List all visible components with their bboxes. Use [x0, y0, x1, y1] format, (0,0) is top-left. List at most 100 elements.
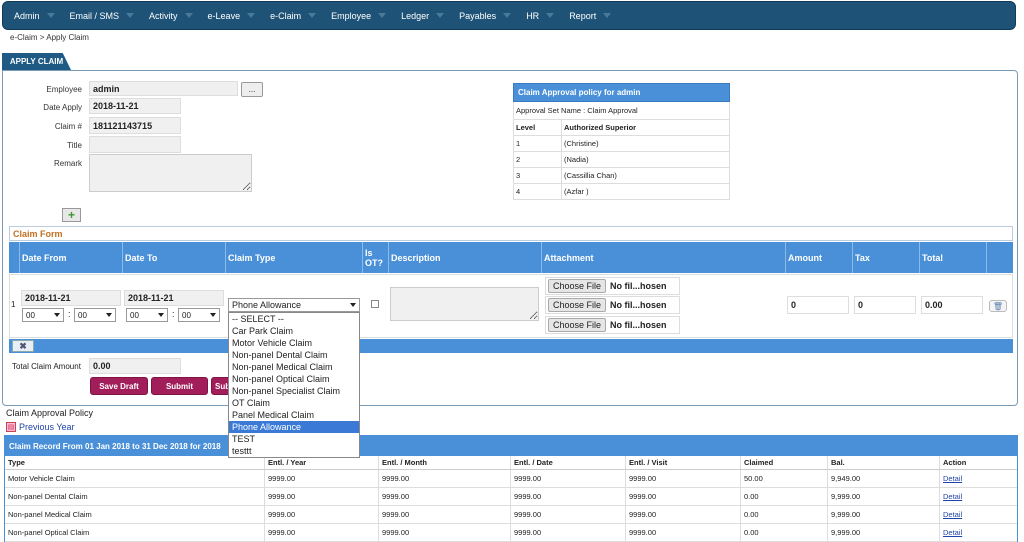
detail-link[interactable]: Detail [940, 488, 1017, 505]
dropdown-option[interactable]: Car Park Claim [229, 325, 359, 337]
nav-report[interactable]: Report [562, 1, 619, 30]
tax-field[interactable]: 0 [854, 296, 916, 314]
col-amount: Amount [786, 242, 853, 273]
choose-file-button[interactable]: Choose File [548, 279, 607, 293]
save-draft-button[interactable]: Save Draft [90, 377, 148, 395]
remove-row-button[interactable]: ✖ [12, 340, 34, 352]
claim-record-table: Claim Record From 01 Jan 2018 to 31 Dec … [4, 435, 1018, 542]
file-status: No fil...hosen [610, 320, 667, 330]
nav-label: Employee [331, 10, 372, 21]
dropdown-option[interactable]: Panel Medical Claim [229, 409, 359, 421]
nav-label: e-Leave [207, 10, 241, 21]
to-hour-select[interactable]: 00 [126, 308, 168, 322]
date-apply-field[interactable]: 2018-11-21 [89, 98, 181, 114]
file-status: No fil...hosen [610, 281, 667, 291]
delete-row-button[interactable]: 🗑 [989, 300, 1007, 312]
title-field[interactable] [89, 136, 181, 153]
amount-field[interactable]: 0 [787, 296, 849, 314]
chevron-down-icon [436, 13, 445, 18]
dropdown-option[interactable]: -- SELECT -- [229, 313, 359, 325]
detail-link[interactable]: Detail [940, 524, 1017, 541]
from-hour-select[interactable]: 00 [22, 308, 64, 322]
row-index: 1 [11, 300, 16, 309]
date-to-field[interactable]: 2018-11-21 [124, 290, 224, 306]
nav-ledger[interactable]: Ledger [394, 1, 452, 30]
dropdown-option[interactable]: Phone Allowance [229, 421, 359, 433]
attachment-2: Choose File No fil...hosen [545, 296, 680, 314]
cell: 50.00 [741, 470, 828, 487]
claim-number-field[interactable]: 181121143715 [89, 117, 181, 134]
browse-employee-button[interactable]: ... [241, 82, 263, 97]
claim-number-label: Claim # [54, 122, 82, 131]
record-header: Claim Record From 01 Jan 2018 to 31 Dec … [5, 436, 1017, 456]
nav-employee[interactable]: Employee [324, 1, 394, 30]
nav-email-sms[interactable]: Email / SMS [63, 1, 143, 30]
detail-link[interactable]: Detail [940, 470, 1017, 487]
table-row: Non-panel Optical Claim 9999.00 9999.00 … [5, 524, 1017, 542]
chevron-down-icon [54, 313, 60, 317]
nav-e-claim[interactable]: e-Claim [263, 1, 324, 30]
previous-year-link[interactable]: Previous Year [19, 422, 75, 432]
from-minute-select[interactable]: 00 [74, 308, 116, 322]
claim-type-select[interactable]: Phone Allowance [228, 298, 360, 312]
choose-file-button[interactable]: Choose File [548, 318, 607, 332]
cell: 0.00 [741, 488, 828, 505]
submit-button[interactable]: Submit [151, 377, 208, 395]
remark-textarea[interactable] [89, 154, 252, 192]
cell: 9,999.00 [828, 506, 940, 523]
nav-payables[interactable]: Payables [452, 1, 519, 30]
nav-label: Report [569, 10, 597, 21]
add-row-button[interactable]: + [62, 208, 81, 222]
dropdown-option[interactable]: Non-panel Optical Claim [229, 373, 359, 385]
col-claim-type: Claim Type [226, 242, 363, 273]
dropdown-option[interactable]: Non-panel Medical Claim [229, 361, 359, 373]
to-minute-select[interactable]: 00 [178, 308, 220, 322]
nav-activity[interactable]: Activity [142, 1, 201, 30]
date-from-field[interactable]: 2018-11-21 [21, 290, 121, 306]
is-ot-checkbox[interactable] [371, 300, 379, 308]
dropdown-option[interactable]: OT Claim [229, 397, 359, 409]
top-nav: Admin Email / SMS Activity e-Leave e-Cla… [2, 1, 1016, 30]
dropdown-option[interactable]: Non-panel Dental Claim [229, 349, 359, 361]
policy-superior: (Nadia) [564, 155, 589, 164]
chevron-down-icon [546, 13, 555, 18]
policy-level: 3 [514, 168, 562, 183]
chevron-down-icon [106, 313, 112, 317]
approval-policy-table: Claim Approval policy for admin Approval… [513, 83, 730, 200]
cell-type: Motor Vehicle Claim [5, 470, 265, 487]
chevron-down-icon [184, 13, 193, 18]
col-date-to: Date To [123, 242, 226, 273]
nav-admin[interactable]: Admin [7, 1, 63, 30]
chevron-down-icon [308, 13, 317, 18]
policy-header: Claim Approval policy for admin [513, 83, 730, 102]
plus-icon: + [67, 208, 75, 222]
cell: 9999.00 [265, 524, 379, 541]
description-textarea[interactable] [390, 287, 539, 321]
select-value: 00 [130, 310, 139, 320]
employee-label: Employee [46, 85, 82, 94]
col-total: Total [920, 242, 987, 273]
col-type: Type [5, 456, 265, 469]
cell: 0.00 [741, 524, 828, 541]
nav-hr[interactable]: HR [519, 1, 562, 30]
col-action: Action [943, 458, 967, 467]
nav-e-leave[interactable]: e-Leave [201, 1, 264, 30]
claim-approval-policy-link[interactable]: Claim Approval Policy [6, 408, 93, 418]
table-row: Motor Vehicle Claim 9999.00 9999.00 9999… [5, 470, 1017, 488]
col-tax: Tax [853, 242, 920, 273]
tab-apply-claim[interactable]: APPLY CLAIM [2, 53, 71, 70]
dropdown-option[interactable]: testtt [229, 445, 359, 457]
col-description: Description [389, 242, 542, 273]
cell-type: Non-panel Optical Claim [5, 524, 265, 541]
dropdown-option[interactable]: TEST [229, 433, 359, 445]
policy-superior: (Azfar ) [564, 187, 589, 196]
dropdown-option[interactable]: Non-panel Specialist Claim [229, 385, 359, 397]
nav-label: Email / SMS [69, 10, 120, 21]
dropdown-option[interactable]: Motor Vehicle Claim [229, 337, 359, 349]
cell: 9999.00 [511, 506, 626, 523]
claim-grid-footer [9, 339, 1013, 353]
employee-field[interactable]: admin [89, 81, 238, 96]
cell: 9999.00 [265, 470, 379, 487]
detail-link[interactable]: Detail [940, 506, 1017, 523]
choose-file-button[interactable]: Choose File [548, 298, 607, 312]
